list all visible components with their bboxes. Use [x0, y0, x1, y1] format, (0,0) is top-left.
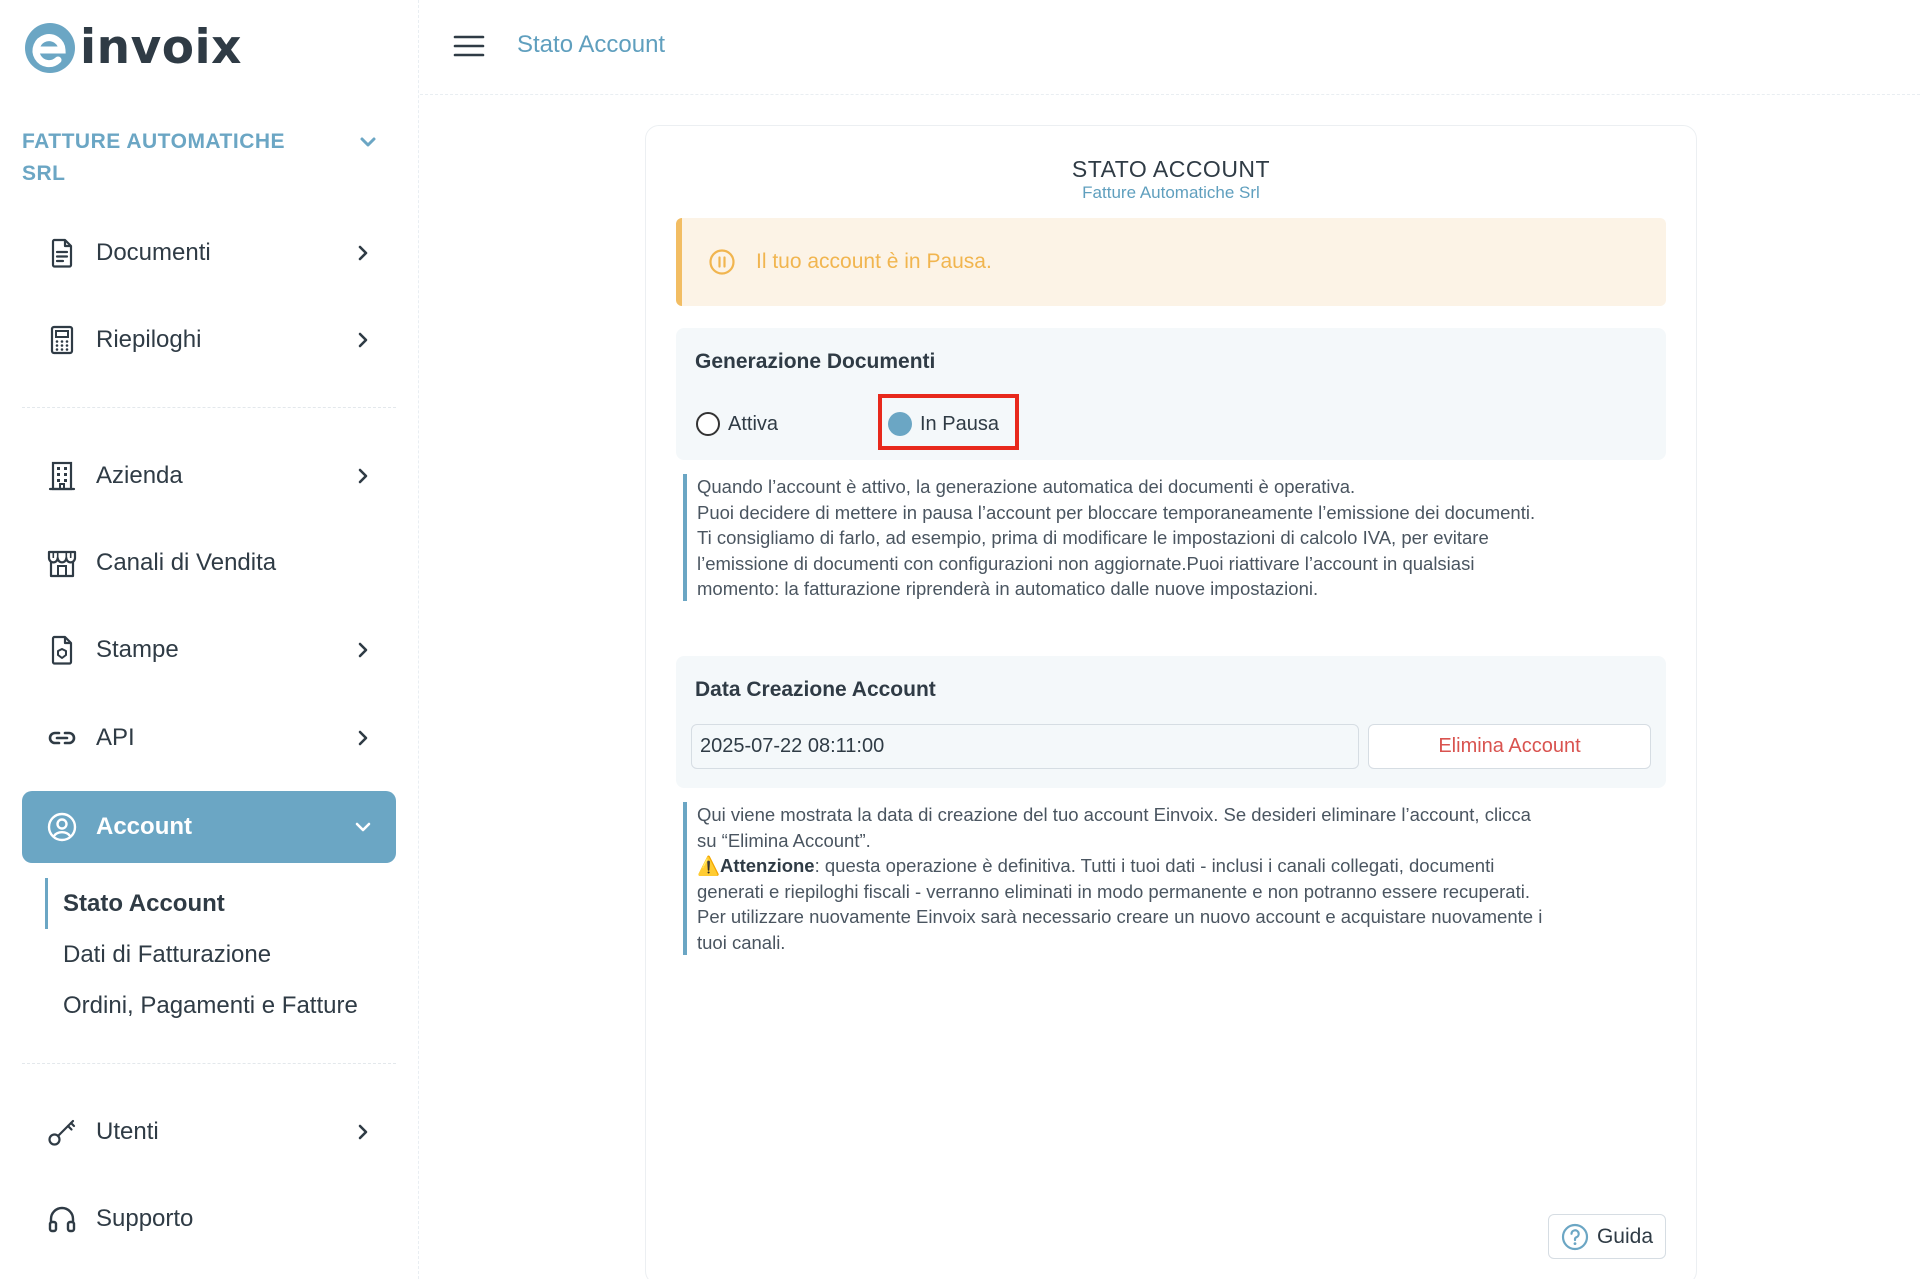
chevron-right-icon	[358, 642, 368, 658]
note-line: Qui viene mostrata la data di creazione …	[697, 804, 1531, 825]
chevron-down-icon	[360, 137, 376, 147]
note-line: tuoi canali.	[697, 931, 786, 953]
account-submenu: Stato Account Dati di Fatturazione Ordin…	[45, 878, 405, 1031]
radio-button[interactable]	[696, 412, 720, 436]
sidebar-item-utenti[interactable]: Utenti	[22, 1096, 396, 1168]
generation-info-note: Quando l’account è attivo, la generazion…	[683, 474, 1668, 601]
sidebar: invoix FATTURE AUTOMATICHE SRL Documenti	[0, 0, 419, 1279]
document-icon	[51, 238, 73, 268]
note-text: : questa operazione è definitiva. Tutti …	[814, 855, 1495, 876]
highlight-box	[878, 394, 1019, 450]
sidebar-item-label: API	[96, 724, 135, 751]
alert-text: Il tuo account è in Pausa.	[756, 250, 992, 273]
sidebar-item-stampe[interactable]: Stampe	[22, 614, 396, 686]
sidebar-item-documenti[interactable]: Documenti	[22, 217, 396, 289]
sidebar-item-supporto[interactable]: Supporto	[22, 1183, 396, 1255]
headphones-icon	[48, 1206, 76, 1233]
panel-title: Generazione Documenti	[695, 350, 936, 373]
brand-name: invoix	[80, 20, 242, 75]
top-bar: Stato Account	[420, 0, 1920, 95]
chevron-right-icon	[358, 730, 368, 746]
note-line: momento: la fatturazione riprenderà in a…	[697, 578, 1319, 599]
radio-attiva[interactable]: Attiva	[696, 412, 778, 436]
chevron-right-icon	[358, 1124, 368, 1140]
sidebar-item-azienda[interactable]: Azienda	[22, 440, 396, 512]
calculator-icon	[50, 325, 74, 355]
pause-circle-icon	[709, 249, 735, 275]
sidebar-item-label: Azienda	[96, 462, 183, 489]
delete-account-button[interactable]: Elimina Account	[1368, 724, 1651, 769]
company-name: FATTURE AUTOMATICHE SRL	[22, 130, 286, 185]
sidebar-item-api[interactable]: API	[22, 702, 396, 774]
guide-label: Guida	[1596, 1224, 1654, 1248]
creation-info-note: Qui viene mostrata la data di creazione …	[683, 802, 1668, 955]
submenu-item-dati-di-fatturazione[interactable]: Dati di Fatturazione	[45, 929, 405, 980]
sidebar-divider	[22, 407, 396, 408]
sidebar-item-label: Account	[96, 813, 192, 840]
chevron-right-icon	[358, 468, 368, 484]
sidebar-divider	[22, 1063, 396, 1064]
submenu-item-stato-account[interactable]: Stato Account	[45, 878, 405, 929]
note-line: l’emissione di documenti con configurazi…	[697, 552, 1475, 574]
sidebar-item-label: Utenti	[96, 1118, 159, 1145]
logo[interactable]: invoix	[22, 20, 242, 76]
help-circle-icon	[1561, 1223, 1589, 1250]
card-title: STATO ACCOUNT	[1071, 156, 1271, 182]
link-icon	[48, 731, 76, 745]
store-icon	[47, 550, 77, 578]
paused-alert: Il tuo account è in Pausa.	[676, 218, 1666, 306]
note-line: Ti consigliamo di farlo, ad esempio, pri…	[697, 527, 1489, 548]
warning-icon: ⚠️	[697, 855, 721, 876]
company-selector[interactable]: FATTURE AUTOMATICHE SRL	[22, 126, 382, 190]
user-circle-icon	[47, 812, 77, 842]
card-subtitle: Fatture Automatiche Srl	[1082, 183, 1260, 202]
einvoix-logo-icon	[25, 23, 75, 73]
note-line: Puoi decidere di mettere in pausa l’acco…	[697, 501, 1536, 523]
panel-title: Data Creazione Account	[695, 678, 936, 701]
sidebar-item-label: Riepiloghi	[96, 326, 202, 353]
sidebar-item-account[interactable]: Account	[22, 791, 396, 863]
note-line: Per utilizzare nuovamente Einvoix sarà n…	[697, 906, 1543, 927]
warning-label: Attenzione	[720, 855, 815, 876]
sidebar-item-canali-di-vendita[interactable]: Canali di Vendita	[22, 527, 396, 599]
guide-button[interactable]: Guida	[1548, 1214, 1666, 1259]
creation-date-field[interactable]: 2025-07-22 08:11:00	[691, 724, 1359, 769]
page-title: Stato Account	[517, 31, 666, 58]
sidebar-item-label: Documenti	[96, 239, 211, 266]
key-icon	[48, 1119, 76, 1146]
sidebar-item-label: Canali di Vendita	[96, 549, 277, 576]
print-document-icon	[51, 635, 73, 665]
note-line: su “Elimina Account”.	[697, 829, 871, 851]
note-line: Quando l’account è attivo, la generazion…	[697, 476, 1356, 497]
radio-label: Attiva	[728, 412, 779, 435]
submenu-item-ordini-pagamenti-fatture[interactable]: Ordini, Pagamenti e Fatture	[45, 980, 405, 1031]
hamburger-menu-icon[interactable]	[453, 32, 485, 60]
note-line: ⚠️Attenzione: questa operazione è defini…	[697, 853, 1668, 879]
building-icon	[48, 461, 76, 491]
note-line: generati e riepiloghi fiscali - verranno…	[697, 880, 1530, 902]
sidebar-item-label: Stampe	[96, 636, 179, 663]
document-generation-panel: Generazione Documenti Attiva In Pausa	[676, 328, 1666, 460]
account-creation-panel: Data Creazione Account 2025-07-22 08:11:…	[676, 656, 1666, 788]
chevron-right-icon	[358, 332, 368, 348]
chevron-right-icon	[358, 245, 368, 261]
sidebar-item-label: Supporto	[96, 1205, 194, 1232]
sidebar-item-riepiloghi[interactable]: Riepiloghi	[22, 304, 396, 376]
account-status-card: STATO ACCOUNT Fatture Automatiche Srl Il…	[645, 125, 1697, 1279]
chevron-down-icon	[355, 822, 371, 832]
